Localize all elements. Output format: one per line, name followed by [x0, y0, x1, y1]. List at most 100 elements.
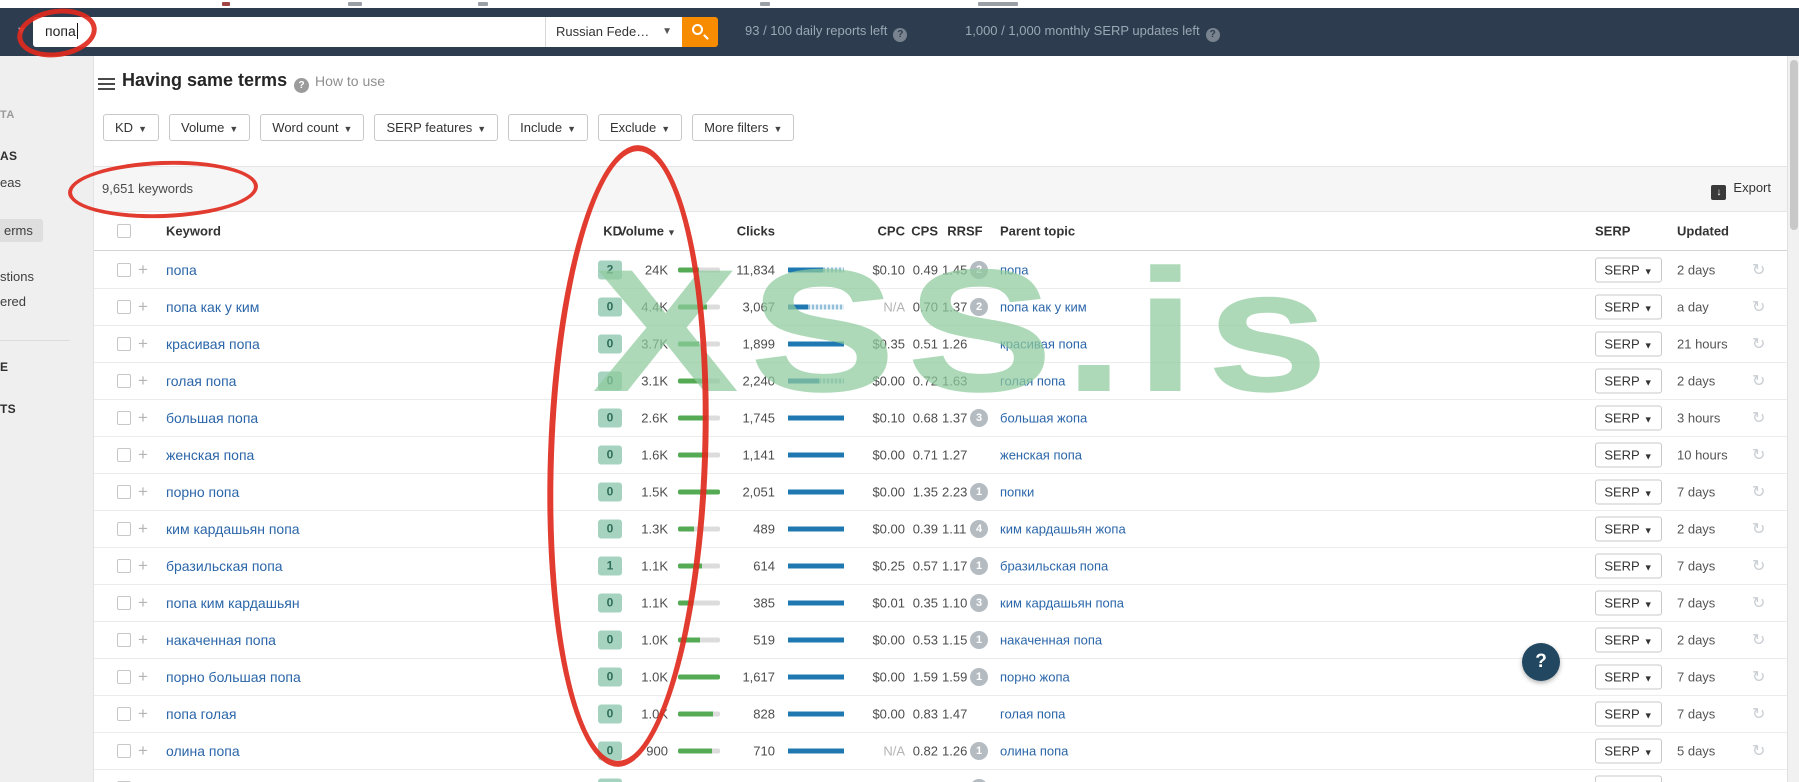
column-header-sf[interactable]: SF	[966, 224, 994, 239]
row-checkbox[interactable]	[117, 448, 131, 462]
add-to-list-icon[interactable]: +	[138, 482, 148, 502]
add-to-list-icon[interactable]: +	[138, 445, 148, 465]
serp-dropdown-button[interactable]: SERP▼	[1595, 479, 1662, 505]
keyword-link[interactable]: попа голая	[166, 706, 236, 722]
parent-topic-link[interactable]: попа как у ким	[1000, 300, 1087, 315]
parent-topic-link[interactable]: попки	[1000, 485, 1034, 500]
row-checkbox[interactable]	[117, 670, 131, 684]
keyword-link[interactable]: порно попа	[166, 484, 239, 500]
sidebar-item[interactable]: stions	[0, 269, 34, 284]
refresh-icon[interactable]: ↻	[1752, 593, 1765, 613]
parent-topic-link[interactable]: накаченная попа	[1000, 633, 1102, 648]
parent-topic-link[interactable]: голая попа	[1000, 707, 1065, 722]
column-header-parent-topic[interactable]: Parent topic	[1000, 224, 1075, 239]
add-to-list-icon[interactable]: +	[138, 260, 148, 280]
add-to-list-icon[interactable]: +	[138, 704, 148, 724]
row-checkbox[interactable]	[117, 411, 131, 425]
filter-exclude[interactable]: Exclude ▼	[597, 114, 683, 141]
refresh-icon[interactable]: ↻	[1752, 408, 1765, 428]
row-checkbox[interactable]	[117, 559, 131, 573]
filter-serp-features[interactable]: SERP features ▼	[374, 114, 499, 141]
refresh-icon[interactable]: ↻	[1752, 371, 1765, 391]
keyword-link[interactable]: большая попа	[166, 410, 258, 426]
keyword-link[interactable]: голая попа	[166, 373, 236, 389]
how-to-use-link[interactable]: ? How to use	[294, 73, 385, 93]
scrollbar-thumb[interactable]	[1790, 60, 1798, 230]
parent-topic-link[interactable]: ким кардашьян жопа	[1000, 522, 1126, 537]
sidebar-item[interactable]: AS	[0, 149, 17, 163]
report-list-icon[interactable]	[98, 78, 115, 91]
row-checkbox[interactable]	[117, 744, 131, 758]
add-to-list-icon[interactable]: +	[138, 741, 148, 761]
row-checkbox[interactable]	[117, 633, 131, 647]
row-checkbox[interactable]	[117, 596, 131, 610]
keyword-link[interactable]: красивая попа	[166, 336, 260, 352]
help-floating-button[interactable]: ?	[1522, 643, 1560, 681]
keyword-link[interactable]: женская попа	[166, 447, 254, 463]
sidebar-item[interactable]: eas	[0, 175, 21, 190]
row-checkbox[interactable]	[117, 337, 131, 351]
refresh-icon[interactable]: ↻	[1752, 260, 1765, 280]
keyword-search-input[interactable]: попа	[33, 17, 545, 47]
parent-topic-link[interactable]: олина попа	[1000, 744, 1068, 759]
refresh-icon[interactable]: ↻	[1752, 704, 1765, 724]
row-checkbox[interactable]	[117, 522, 131, 536]
serp-dropdown-button[interactable]: SERP▼	[1595, 738, 1662, 764]
serp-dropdown-button[interactable]: SERP▼	[1595, 516, 1662, 542]
refresh-icon[interactable]: ↻	[1752, 741, 1765, 761]
refresh-icon[interactable]: ↻	[1752, 482, 1765, 502]
add-to-list-icon[interactable]: +	[138, 334, 148, 354]
column-header-cpc[interactable]: CPC	[838, 224, 905, 239]
parent-topic-link[interactable]: ким кардашьян попа	[1000, 596, 1124, 611]
parent-topic-link[interactable]: бразильская попа	[1000, 559, 1108, 574]
keyword-link[interactable]: накаченная попа	[166, 632, 276, 648]
keyword-link[interactable]: попа	[166, 262, 197, 278]
column-header-updated[interactable]: Updated	[1677, 224, 1729, 239]
add-to-list-icon[interactable]: +	[138, 778, 148, 782]
keyword-link[interactable]: бразильская попа	[166, 558, 283, 574]
refresh-icon[interactable]: ↻	[1752, 556, 1765, 576]
serp-dropdown-button[interactable]: SERP▼	[1595, 553, 1662, 579]
search-button[interactable]	[682, 17, 718, 47]
filter-kd[interactable]: KD ▼	[103, 114, 159, 141]
refresh-icon[interactable]: ↻	[1752, 519, 1765, 539]
keyword-link[interactable]: порно большая попа	[166, 669, 301, 685]
serp-dropdown-button[interactable]: SERP▼	[1595, 331, 1662, 357]
filter-word-count[interactable]: Word count ▼	[260, 114, 365, 141]
serp-dropdown-button[interactable]: SERP▼	[1595, 442, 1662, 468]
keyword-link[interactable]: попа как у ким	[166, 299, 259, 315]
add-to-list-icon[interactable]: +	[138, 408, 148, 428]
serp-dropdown-button[interactable]: SERP▼	[1595, 590, 1662, 616]
row-checkbox[interactable]	[117, 300, 131, 314]
keyword-link[interactable]: попа ким кардашьян	[166, 595, 300, 611]
row-checkbox[interactable]	[117, 262, 131, 277]
select-all-checkbox[interactable]	[117, 224, 131, 238]
serp-dropdown-button[interactable]: SERP▼	[1595, 257, 1662, 282]
refresh-icon[interactable]: ↻	[1752, 630, 1765, 650]
row-checkbox[interactable]	[117, 374, 131, 388]
sidebar-item-having-same-terms[interactable]: erms	[0, 219, 43, 242]
parent-topic-link[interactable]: попа	[1000, 262, 1029, 277]
column-header-cps[interactable]: CPS	[910, 224, 938, 239]
add-to-list-icon[interactable]: +	[138, 556, 148, 576]
add-to-list-icon[interactable]: +	[138, 371, 148, 391]
serp-dropdown-button[interactable]: SERP▼	[1595, 775, 1662, 782]
sidebar-item[interactable]: ered	[0, 294, 26, 309]
keyword-link[interactable]: ким кардашьян попа	[166, 521, 300, 537]
row-checkbox[interactable]	[117, 485, 131, 499]
filter-volume[interactable]: Volume ▼	[168, 114, 251, 141]
refresh-icon[interactable]: ↻	[1752, 334, 1765, 354]
keyword-link[interactable]: олина попа	[166, 743, 240, 759]
export-button[interactable]: ↓ Export	[1711, 180, 1771, 200]
parent-topic-link[interactable]: порно жопа	[1000, 670, 1070, 685]
add-to-list-icon[interactable]: +	[138, 593, 148, 613]
serp-dropdown-button[interactable]: SERP▼	[1595, 627, 1662, 653]
parent-topic-link[interactable]: голая попа	[1000, 374, 1065, 389]
serp-dropdown-button[interactable]: SERP▼	[1595, 294, 1662, 320]
add-to-list-icon[interactable]: +	[138, 630, 148, 650]
filter-more-filters[interactable]: More filters ▼	[692, 114, 795, 141]
serp-dropdown-button[interactable]: SERP▼	[1595, 664, 1662, 690]
vertical-scrollbar[interactable]	[1787, 56, 1799, 782]
column-header-rr[interactable]: RR	[942, 224, 966, 239]
serp-dropdown-button[interactable]: SERP▼	[1595, 701, 1662, 727]
